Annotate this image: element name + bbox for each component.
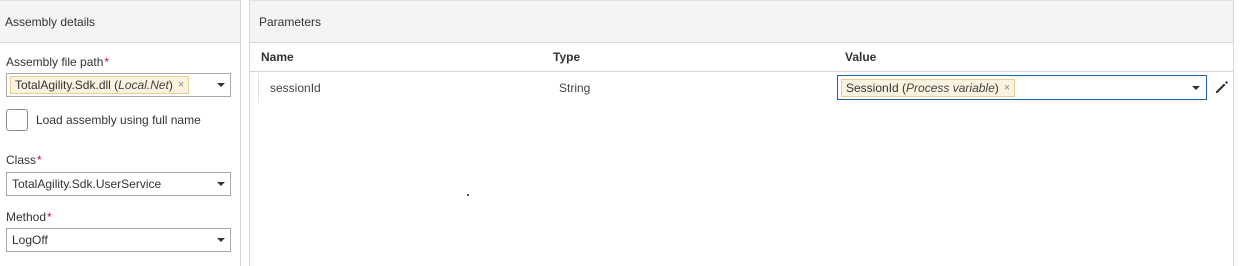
assembly-details-header: Assembly details (0, 0, 240, 43)
pencil-icon[interactable] (1214, 79, 1230, 95)
column-header-type[interactable]: Type (553, 50, 580, 64)
method-label: Method* (6, 210, 52, 224)
assembly-file-path-select[interactable]: TotalAgility.Sdk.dll (Local.Net) × (6, 73, 231, 97)
required-marker: * (104, 55, 110, 69)
parameters-title: Parameters (259, 14, 322, 29)
session-id-name: SessionId (846, 80, 899, 95)
assembly-file-tag: TotalAgility.Sdk.dll (Local.Net) × (10, 76, 190, 94)
class-value: TotalAgility.Sdk.UserService (12, 177, 162, 191)
chevron-down-icon[interactable] (212, 83, 230, 87)
assembly-details-panel: Assembly details Assembly file path* Tot… (0, 0, 241, 266)
column-header-value[interactable]: Value (845, 50, 876, 64)
session-id-kind: Process variable (906, 80, 995, 95)
parameter-type: String (559, 81, 591, 95)
remove-tag-close-icon[interactable]: × (178, 79, 184, 91)
chevron-down-icon[interactable] (212, 238, 230, 242)
assembly-file-scope: Local.Net (118, 78, 169, 92)
class-select[interactable]: TotalAgility.Sdk.UserService (6, 172, 231, 196)
required-marker: * (47, 210, 52, 224)
load-full-name-checkbox[interactable] (6, 109, 28, 131)
chevron-down-icon[interactable] (1189, 76, 1203, 99)
parameters-table-header: Name Type Value (250, 43, 1233, 72)
class-label: Class* (6, 153, 42, 167)
method-value: LogOff (12, 233, 48, 247)
stray-dot (467, 194, 469, 196)
required-marker: * (37, 153, 42, 167)
parameter-name: sessionId (270, 81, 321, 95)
assembly-details-title: Assembly details (5, 14, 96, 29)
parameters-panel: Parameters Name Type Value sessionId Str… (249, 0, 1234, 266)
remove-tag-close-icon[interactable]: × (1004, 82, 1010, 94)
load-full-name-label: Load assembly using full name (36, 113, 201, 127)
method-select[interactable]: LogOff (6, 228, 231, 252)
chevron-down-icon[interactable] (212, 182, 230, 186)
assembly-file-name: TotalAgility.Sdk.dll (15, 78, 111, 92)
parameter-value-select[interactable]: SessionId (Process variable) × (837, 75, 1207, 100)
parameters-header: Parameters (250, 0, 1233, 43)
session-id-tag: SessionId (Process variable) × (841, 78, 1016, 97)
assembly-file-path-label: Assembly file path* (6, 55, 110, 69)
column-header-name[interactable]: Name (261, 50, 294, 64)
